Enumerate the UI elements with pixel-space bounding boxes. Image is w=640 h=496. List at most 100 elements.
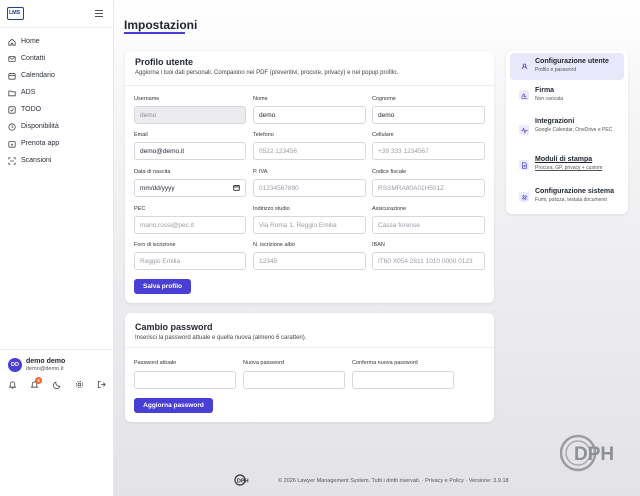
home-icon — [8, 38, 16, 46]
user-name: demo demo — [26, 358, 66, 365]
n-iscrizione-label: N. iscrizione albo — [253, 242, 295, 248]
bell-icon[interactable] — [8, 380, 18, 390]
app-logo[interactable]: LMS — [7, 7, 24, 20]
moon-icon[interactable] — [52, 380, 63, 390]
pec-label: PEC — [134, 206, 146, 212]
cellulare-field[interactable]: +39 333 1234567 — [372, 142, 485, 160]
clock-icon — [8, 122, 16, 131]
gear-icon — [519, 192, 529, 202]
calendar-icon[interactable] — [233, 184, 240, 193]
settings-item-title: Integrazioni — [535, 118, 575, 125]
sidebar-item-scansioni[interactable]: Scansioni — [0, 152, 114, 169]
sidebar-item-label: Contatti — [21, 55, 46, 62]
current-password-field[interactable] — [134, 371, 236, 389]
indirizzo-label: Indirizzo studio — [253, 206, 290, 212]
telefono-field[interactable]: 0522 123456 — [253, 142, 366, 160]
scan-icon — [8, 156, 16, 165]
notifications-icon[interactable]: 6 — [30, 377, 42, 390]
sidebar-item-disponibilita[interactable]: Disponibilità — [0, 118, 114, 135]
settings-item-subtitle: Fumi, polizza, testata documenti — [535, 197, 607, 203]
iban-field[interactable]: IT60 X054 2811 1010 0000 0123 — [372, 252, 485, 270]
logo-text: LMS — [9, 10, 21, 16]
title-underline — [124, 32, 185, 34]
save-profile-button[interactable]: Salva profilo — [134, 279, 191, 294]
email-label: Email — [134, 132, 148, 138]
update-password-button[interactable]: Aggiorna password — [134, 398, 213, 413]
document-icon — [519, 160, 529, 170]
sidebar-item-label: Home — [21, 38, 40, 45]
avatar[interactable]: DD — [8, 358, 22, 372]
calendar-icon — [8, 72, 16, 80]
codice-fiscale-label: Codice fiscale — [372, 169, 407, 175]
settings-item-integrazioni[interactable]: Integrazioni Google Calendar, OneDrive e… — [510, 113, 624, 147]
cognome-field[interactable]: demo — [372, 106, 485, 124]
notification-badge: 6 — [35, 377, 42, 384]
user-icon — [519, 61, 529, 71]
sidebar-item-label: ADS — [21, 89, 36, 96]
new-password-field[interactable] — [243, 371, 345, 389]
user-email: demo@demo.it — [26, 366, 64, 372]
settings-item-title: Configurazione sistema — [535, 188, 614, 195]
settings-item-moduli-stampa[interactable]: Moduli di stampa Procura, GP, privacy + … — [510, 151, 624, 178]
nome-label: Nome — [253, 96, 268, 102]
username-label: Username — [134, 96, 160, 102]
sidebar-item-contatti[interactable]: Contatti — [0, 50, 114, 67]
user-actions: 6 — [6, 377, 110, 392]
footer-text: © 2026 Lawyer Management System. Tutti i… — [278, 478, 509, 484]
cellulare-label: Cellulare — [372, 132, 394, 138]
email-field[interactable]: demo@demo.it — [134, 142, 246, 160]
profile-card-header: Profilo utente Aggiorna i tuoi dati pers… — [125, 51, 494, 86]
data-nascita-label: Data di nascita — [134, 169, 171, 175]
settings-item-subtitle: Google Calendar, OneDrive e PEC — [535, 127, 613, 133]
password-card-title: Cambio password — [135, 322, 213, 332]
codice-fiscale-field[interactable]: RSSMRA80A01H501Z — [372, 179, 485, 197]
profile-card-subtitle: Aggiorna i tuoi dati personali. Compaion… — [135, 70, 399, 76]
date-placeholder: mm/dd/yyyy — [140, 184, 175, 192]
settings-item-title: Moduli di stampa — [535, 156, 593, 163]
divider — [0, 349, 114, 350]
foro-label: Foro di iscrizione — [134, 242, 176, 248]
password-card-subtitle: Inserisci la password attuale e quella n… — [135, 335, 307, 341]
pec-field[interactable]: mario.rossi@pec.it — [134, 216, 246, 234]
current-password-label: Password attuale — [134, 360, 177, 366]
confirm-password-field[interactable] — [352, 371, 454, 389]
menu-toggle-icon[interactable] — [95, 10, 103, 17]
settings-item-subtitle: Profilo e password — [535, 67, 577, 73]
settings-item-configurazione-sistema[interactable]: Configurazione sistema Fumi, polizza, te… — [510, 183, 624, 210]
gear-icon[interactable] — [75, 380, 85, 390]
sidebar-item-label: Calendario — [21, 72, 55, 79]
n-iscrizione-field[interactable]: 12345 — [253, 252, 366, 270]
profile-card-title: Profilo utente — [135, 57, 193, 67]
password-card-header: Cambio password Inserisci la password at… — [125, 313, 494, 348]
footer: DPH © 2026 Lawyer Management System. Tut… — [114, 466, 640, 496]
settings-item-firma[interactable]: Firma Non caricata — [510, 82, 624, 109]
new-password-label: Nuova password — [243, 360, 284, 366]
nome-field[interactable]: demo — [253, 106, 366, 124]
sidebar-item-label: Scansioni — [21, 157, 52, 164]
sidebar-nav: Home Contatti Calendario ADS TODO Dispon… — [0, 33, 114, 169]
assicurazione-field[interactable]: Cassa forense — [372, 216, 485, 234]
sidebar-item-prenota[interactable]: Prenota app — [0, 135, 114, 152]
settings-item-title: Firma — [535, 87, 555, 94]
sidebar-item-home[interactable]: Home — [0, 33, 114, 50]
username-field: demo — [134, 106, 246, 124]
settings-item-configurazione-utente[interactable]: Configurazione utente Profilo e password — [510, 53, 624, 80]
settings-item-subtitle: Non caricata — [535, 96, 564, 102]
data-nascita-field[interactable]: mm/dd/yyyy — [134, 179, 246, 197]
sidebar-item-label: Disponibilità — [21, 123, 59, 130]
sidebar-item-todo[interactable]: TODO — [0, 101, 114, 118]
logout-icon[interactable] — [97, 380, 107, 390]
sidebar-item-label: Prenota app — [21, 140, 60, 147]
sidebar-item-calendario[interactable]: Calendario — [0, 67, 114, 84]
foro-field[interactable]: Reggio Emilia — [134, 252, 246, 270]
indirizzo-field[interactable]: Via Roma 1, Reggio Emilia — [253, 216, 366, 234]
iban-label: IBAN — [372, 242, 385, 248]
sidebar-item-ads[interactable]: ADS — [0, 84, 114, 101]
divider — [0, 27, 114, 28]
settings-item-subtitle: Procura, GP, privacy + custom — [535, 165, 603, 171]
mail-icon — [8, 55, 16, 63]
password-card: Cambio password Inserisci la password at… — [125, 313, 494, 422]
svg-text:DPH: DPH — [237, 479, 249, 485]
page-title: Impostazioni — [124, 18, 198, 32]
piva-field[interactable]: 01234567890 — [253, 179, 366, 197]
